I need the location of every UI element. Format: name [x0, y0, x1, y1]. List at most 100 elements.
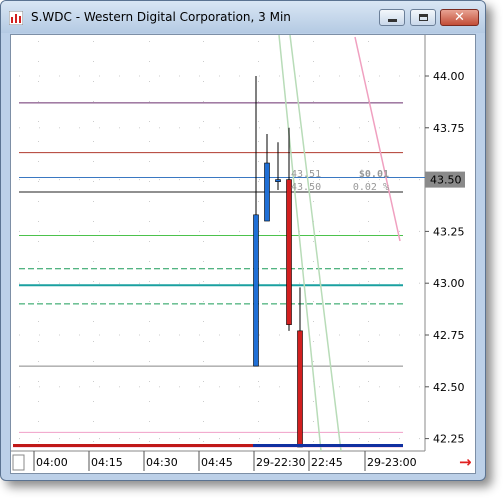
grid-dot [339, 438, 340, 440]
grid-dot [93, 61, 94, 62]
grid-dot [313, 141, 314, 142]
grid-dot [159, 127, 160, 129]
grid-dot [368, 81, 369, 82]
change-amount-label: $0.01 [359, 169, 389, 180]
current-price-label: 43.50 [430, 174, 462, 187]
grid-dot [149, 261, 150, 262]
close-button[interactable]: ✕ [440, 9, 479, 26]
grid-dot [159, 75, 160, 77]
chart-area[interactable]: 43.51 43.50 $0.01 0.02 % 44.00 43.75 43.50… [10, 34, 476, 474]
maximize-button[interactable] [410, 9, 436, 26]
grid-dot [319, 334, 320, 336]
grid-dot [38, 361, 39, 362]
grid-dot [93, 161, 94, 162]
minimize-button[interactable] [379, 9, 405, 26]
grid-dot [259, 230, 260, 232]
grid-dot [239, 75, 240, 77]
grid-dot [149, 41, 150, 42]
grid-dot [319, 127, 320, 129]
grid-dot [313, 361, 314, 362]
grid-dot [149, 441, 150, 442]
grid-dot [368, 361, 369, 362]
grid-dot [203, 61, 204, 62]
grid-dot [203, 381, 204, 382]
price-tick-label: 43.00 [433, 277, 465, 290]
grid-dot [79, 386, 80, 388]
corner-box[interactable] [12, 454, 25, 471]
grid-dot [119, 438, 120, 440]
grid-dot [149, 361, 150, 362]
grid-dot [399, 230, 400, 232]
grid-dot [203, 421, 204, 422]
grid-dot [19, 334, 20, 336]
app-icon [9, 11, 23, 25]
grid-dot [199, 179, 200, 181]
grid-dot [149, 141, 150, 142]
grid-dot [139, 75, 140, 77]
grid-dot [219, 75, 220, 77]
grid-dot [368, 161, 369, 162]
grid-dot [239, 282, 240, 284]
grid-dot [19, 438, 20, 440]
grid-dot [19, 127, 20, 129]
grid-dot [313, 281, 314, 282]
grid-dot [203, 361, 204, 362]
grid-dot [368, 261, 369, 262]
grid-dot [219, 438, 220, 440]
candle-body [275, 179, 281, 182]
grid-dot [149, 321, 150, 322]
time-axis-ticks: 04:00 04:15 04:30 04:45 29-22:30 22:45 29-23:0… [33, 451, 417, 471]
grid-dot [313, 341, 314, 342]
grid-dot [313, 421, 314, 422]
grid-dot [39, 386, 40, 388]
grid-dot [339, 179, 340, 181]
grid-dot [93, 401, 94, 402]
candle-body [297, 330, 303, 448]
time-tick-label: 29-22:30 [256, 456, 306, 469]
horizontal-lines [13, 102, 425, 448]
grid-dot [199, 334, 200, 336]
grid-dot [119, 230, 120, 232]
grid-dot [313, 161, 314, 162]
grid-dot [179, 282, 180, 284]
grid-dot [39, 282, 40, 284]
grid-dot [149, 61, 150, 62]
price-chart[interactable]: 43.51 43.50 $0.01 0.02 % 44.00 43.75 43.50… [11, 34, 475, 473]
grid-dot [159, 386, 160, 388]
grid-dot [38, 341, 39, 342]
grid-dot [368, 401, 369, 402]
grid-dot [38, 221, 39, 222]
grid-dot [199, 230, 200, 232]
grid-dot [38, 161, 39, 162]
grid-dot [179, 334, 180, 336]
grid-dot [38, 101, 39, 102]
grid-dot [99, 179, 100, 181]
grid-dot [203, 141, 204, 142]
grid-dot [38, 321, 39, 322]
grid-dot [59, 386, 60, 388]
grid-dot [368, 441, 369, 442]
grid-dot [258, 61, 259, 62]
title-bar[interactable]: S.WDC - Western Digital Corporation, 3 M… [1, 1, 485, 33]
grid-dot [199, 438, 200, 440]
grid-dot [203, 201, 204, 202]
grid-dot [368, 321, 369, 322]
grid-dot [179, 230, 180, 232]
grid-dot [159, 334, 160, 336]
grid-dot [313, 441, 314, 442]
grid-dot [39, 230, 40, 232]
price-tick-label: 42.50 [433, 381, 465, 394]
grid-dot [93, 221, 94, 222]
grid-dot [279, 282, 280, 284]
grid-dot [149, 221, 150, 222]
grid-dot [38, 241, 39, 242]
grid-dot [313, 241, 314, 242]
grid-dot [93, 81, 94, 82]
grid-dot [313, 221, 314, 222]
grid-dot [179, 438, 180, 440]
grid-dot [399, 438, 400, 440]
scroll-right-icon[interactable]: → [459, 453, 472, 471]
grid-dot [359, 75, 360, 77]
grid-dot [368, 61, 369, 62]
grid-dot [313, 61, 314, 62]
